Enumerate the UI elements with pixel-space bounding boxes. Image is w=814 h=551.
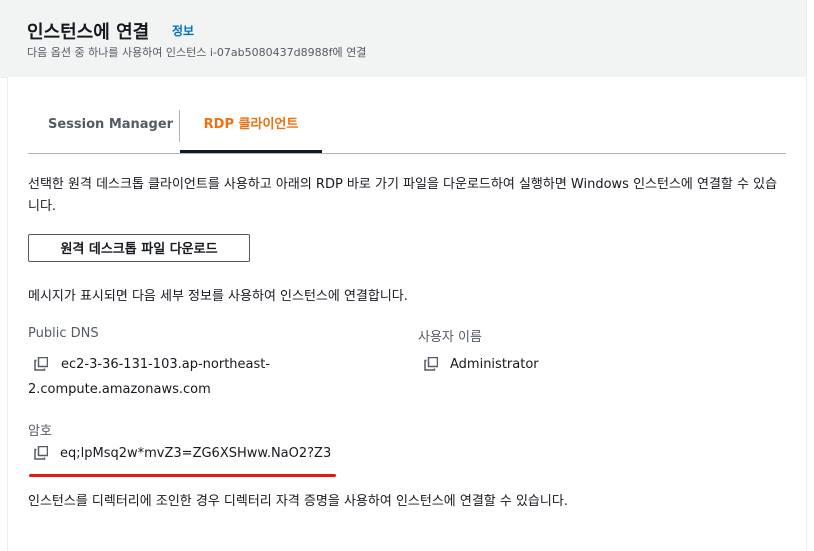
- page-title: 인스턴스에 연결: [27, 22, 150, 43]
- directory-note: 인스턴스를 디렉터리에 조인한 경우 디렉터리 자격 증명을 사용하여 인스턴스…: [28, 494, 568, 509]
- copy-icon[interactable]: [424, 357, 438, 371]
- page-subtitle: 다음 옵션 중 하나를 사용하여 인스턴스 i-07ab5080437d8988…: [27, 46, 367, 59]
- tab-bar: Session Manager RDP 클라이언트: [28, 110, 786, 154]
- password-label: 암호: [28, 424, 52, 439]
- username-label: 사용자 이름: [418, 330, 482, 345]
- tab-session-manager[interactable]: Session Manager: [48, 110, 173, 153]
- info-link[interactable]: 정보: [172, 22, 194, 39]
- tab-rdp-client[interactable]: RDP 클라이언트: [180, 110, 322, 153]
- public-dns-line2: 2.compute.amazonaws.com: [28, 382, 211, 397]
- copy-icon[interactable]: [34, 446, 48, 460]
- password-underline-annotation: [29, 474, 336, 477]
- public-dns-line1: ec2-3-36-131-103.ap-northeast-: [61, 357, 271, 372]
- public-dns-label: Public DNS: [28, 326, 99, 341]
- password-value: eq;lpMsq2w*mvZ3=ZG6XSHww.NaO2?Z3: [60, 446, 332, 461]
- rdp-description: 선택한 원격 데스크톱 클라이언트를 사용하고 아래의 RDP 바로 가기 파일…: [28, 177, 778, 214]
- username-value: Administrator: [450, 357, 539, 372]
- connect-message: 메시지가 표시되면 다음 세부 정보를 사용하여 인스턴스에 연결합니다.: [28, 289, 408, 304]
- download-rdp-file-button[interactable]: 원격 데스크톱 파일 다운로드: [28, 234, 250, 262]
- public-dns-value: ec2-3-36-131-103.ap-northeast- 2.compute…: [28, 352, 318, 402]
- page-header: 인스턴스에 연결 정보 다음 옵션 중 하나를 사용하여 인스턴스 i-07ab…: [0, 0, 807, 78]
